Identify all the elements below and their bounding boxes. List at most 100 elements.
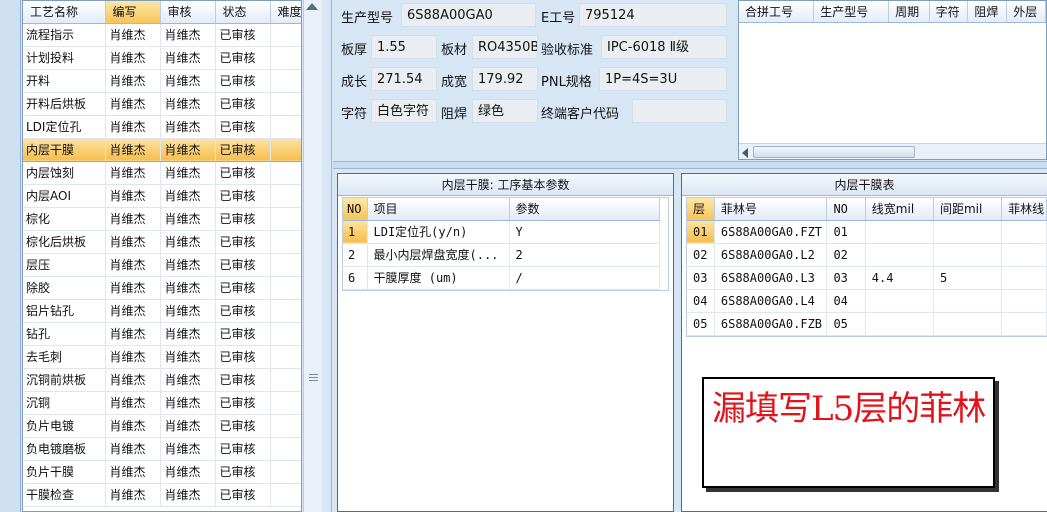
reviewer-cell[interactable]: 肖维杰 <box>160 345 216 369</box>
process-name-cell[interactable]: 负电镀磨板 <box>23 437 106 461</box>
spacing-cell[interactable] <box>933 312 1003 336</box>
film-line-cell[interactable] <box>1001 266 1047 290</box>
reviewer-cell[interactable]: 肖维杰 <box>160 184 216 208</box>
process-name-cell[interactable]: 干膜检查 <box>23 483 106 507</box>
difficulty-cell[interactable] <box>270 391 301 415</box>
reviewer-cell[interactable]: 肖维杰 <box>160 483 216 507</box>
reviewer-cell[interactable]: 肖维杰 <box>160 276 216 300</box>
col-header-merge-legend[interactable]: 字符 <box>929 1 969 23</box>
difficulty-cell[interactable] <box>270 184 301 208</box>
reviewer-cell[interactable]: 肖维杰 <box>160 23 216 47</box>
e-number-field[interactable]: 795124 <box>579 3 727 27</box>
col-header-merge-model[interactable]: 生产型号 <box>813 1 890 23</box>
length-field[interactable]: 271.54 <box>371 67 437 91</box>
thickness-field[interactable]: 1.55 <box>371 35 437 59</box>
line-width-cell[interactable]: 4.4 <box>865 266 934 290</box>
status-cell[interactable]: 已审核 <box>215 137 271 162</box>
status-cell[interactable]: 已审核 <box>215 276 271 300</box>
reviewer-cell[interactable]: 肖维杰 <box>160 137 216 162</box>
layer-cell[interactable]: 01 <box>687 220 715 244</box>
spacing-cell[interactable] <box>933 243 1003 267</box>
author-cell[interactable]: 肖维杰 <box>105 276 161 300</box>
film-no-cell[interactable]: 6S88A00GA0.FZB <box>714 312 828 336</box>
film-no-cell[interactable]: 6S88A00GA0.L3 <box>714 266 828 290</box>
film-row[interactable]: 05 6S88A00GA0.FZB 05 <box>687 312 1047 336</box>
process-name-cell[interactable]: 开料 <box>23 69 106 93</box>
col-header-film-line[interactable]: 菲林线 <box>1001 198 1047 221</box>
reviewer-cell[interactable]: 肖维杰 <box>160 161 216 185</box>
status-cell[interactable]: 已审核 <box>215 483 271 507</box>
pnl-field[interactable]: 1P=4S=3U <box>599 67 727 91</box>
process-row[interactable]: 钻孔 肖维杰 肖维杰 已审核 <box>23 322 301 346</box>
status-cell[interactable]: 已审核 <box>215 92 271 116</box>
col-header-line-width[interactable]: 线宽mil <box>865 198 934 221</box>
difficulty-cell[interactable] <box>270 460 301 484</box>
status-cell[interactable]: 已审核 <box>215 391 271 415</box>
col-header-merge-cycle[interactable]: 周期 <box>888 1 930 23</box>
process-row[interactable]: 内层AOI 肖维杰 肖维杰 已审核 <box>23 184 301 208</box>
vertical-splitter[interactable] <box>323 0 332 512</box>
process-row[interactable]: 干膜检查 肖维杰 肖维杰 已审核 <box>23 483 301 507</box>
reviewer-cell[interactable]: 肖维杰 <box>160 92 216 116</box>
reviewer-cell[interactable]: 肖维杰 <box>160 69 216 93</box>
process-grid[interactable]: 工艺名称 编写 审核 状态 难度 流程指示 肖维杰 肖维杰 已审核 计划投料 肖维杰 肖维杰… <box>22 0 302 512</box>
param-no-cell[interactable]: 1 <box>343 220 368 244</box>
process-row[interactable]: 负片电镀 肖维杰 肖维杰 已审核 <box>23 414 301 438</box>
param-value-cell[interactable]: / <box>509 266 660 290</box>
status-cell[interactable]: 已审核 <box>215 184 271 208</box>
difficulty-cell[interactable] <box>270 276 301 300</box>
author-cell[interactable]: 肖维杰 <box>105 23 161 47</box>
status-cell[interactable]: 已审核 <box>215 230 271 254</box>
process-row[interactable]: 开料 肖维杰 肖维杰 已审核 <box>23 69 301 93</box>
difficulty-cell[interactable] <box>270 345 301 369</box>
status-cell[interactable]: 已审核 <box>215 253 271 277</box>
status-cell[interactable]: 已审核 <box>215 46 271 70</box>
layer-cell[interactable]: 02 <box>687 243 715 267</box>
col-header-merge-outer[interactable]: 外层 <box>1006 1 1046 23</box>
film-row[interactable]: 04 6S88A00GA0.L4 04 <box>687 289 1047 313</box>
process-row[interactable]: 沉铜前烘板 肖维杰 肖维杰 已审核 <box>23 368 301 392</box>
process-name-cell[interactable]: 钻孔 <box>23 322 106 346</box>
process-row[interactable]: 层压 肖维杰 肖维杰 已审核 <box>23 253 301 277</box>
film-row[interactable]: 02 6S88A00GA0.L2 02 <box>687 243 1047 267</box>
difficulty-cell[interactable] <box>270 46 301 70</box>
film-line-cell[interactable] <box>1001 243 1047 267</box>
reviewer-cell[interactable]: 肖维杰 <box>160 299 216 323</box>
process-row[interactable]: 沉铜 肖维杰 肖维杰 已审核 <box>23 391 301 415</box>
param-item-cell[interactable]: 干膜厚度 (um) <box>367 266 510 290</box>
difficulty-cell[interactable] <box>270 137 301 162</box>
reviewer-cell[interactable]: 肖维杰 <box>160 46 216 70</box>
status-cell[interactable]: 已审核 <box>215 460 271 484</box>
status-cell[interactable]: 已审核 <box>215 23 271 47</box>
process-row[interactable]: 负片干膜 肖维杰 肖维杰 已审核 <box>23 460 301 484</box>
process-row[interactable]: LDI定位孔 肖维杰 肖维杰 已审核 <box>23 115 301 139</box>
status-cell[interactable]: 已审核 <box>215 69 271 93</box>
param-item-cell[interactable]: LDI定位孔(y/n) <box>367 220 510 244</box>
status-cell[interactable]: 已审核 <box>215 437 271 461</box>
difficulty-cell[interactable] <box>270 230 301 254</box>
process-name-cell[interactable]: 负片电镀 <box>23 414 106 438</box>
difficulty-cell[interactable] <box>270 368 301 392</box>
film-no-cell[interactable]: 6S88A00GA0.L4 <box>714 289 828 313</box>
col-header-status[interactable]: 状态 <box>215 1 271 24</box>
params-table[interactable]: NO 项目 参数 1 LDI定位孔(y/n) Y 2 最小内层焊盘宽度(... 2 6 干膜厚… <box>342 197 669 291</box>
difficulty-cell[interactable] <box>270 207 301 231</box>
process-name-cell[interactable]: LDI定位孔 <box>23 115 106 139</box>
col-header-difficulty[interactable]: 难度 <box>270 1 301 24</box>
status-cell[interactable]: 已审核 <box>215 115 271 139</box>
reviewer-cell[interactable]: 肖维杰 <box>160 115 216 139</box>
author-cell[interactable]: 肖维杰 <box>105 253 161 277</box>
param-no-cell[interactable]: 6 <box>343 266 368 290</box>
author-cell[interactable]: 肖维杰 <box>105 483 161 507</box>
author-cell[interactable]: 肖维杰 <box>105 92 161 116</box>
author-cell[interactable]: 肖维杰 <box>105 460 161 484</box>
width-field[interactable]: 179.92 <box>472 67 538 91</box>
author-cell[interactable]: 肖维杰 <box>105 345 161 369</box>
process-name-cell[interactable]: 开料后烘板 <box>23 92 106 116</box>
col-header-author[interactable]: 编写 <box>105 1 161 24</box>
reviewer-cell[interactable]: 肖维杰 <box>160 207 216 231</box>
reviewer-cell[interactable]: 肖维杰 <box>160 322 216 346</box>
layer-cell[interactable]: 05 <box>687 312 715 336</box>
status-cell[interactable]: 已审核 <box>215 207 271 231</box>
process-name-cell[interactable]: 沉铜前烘板 <box>23 368 106 392</box>
